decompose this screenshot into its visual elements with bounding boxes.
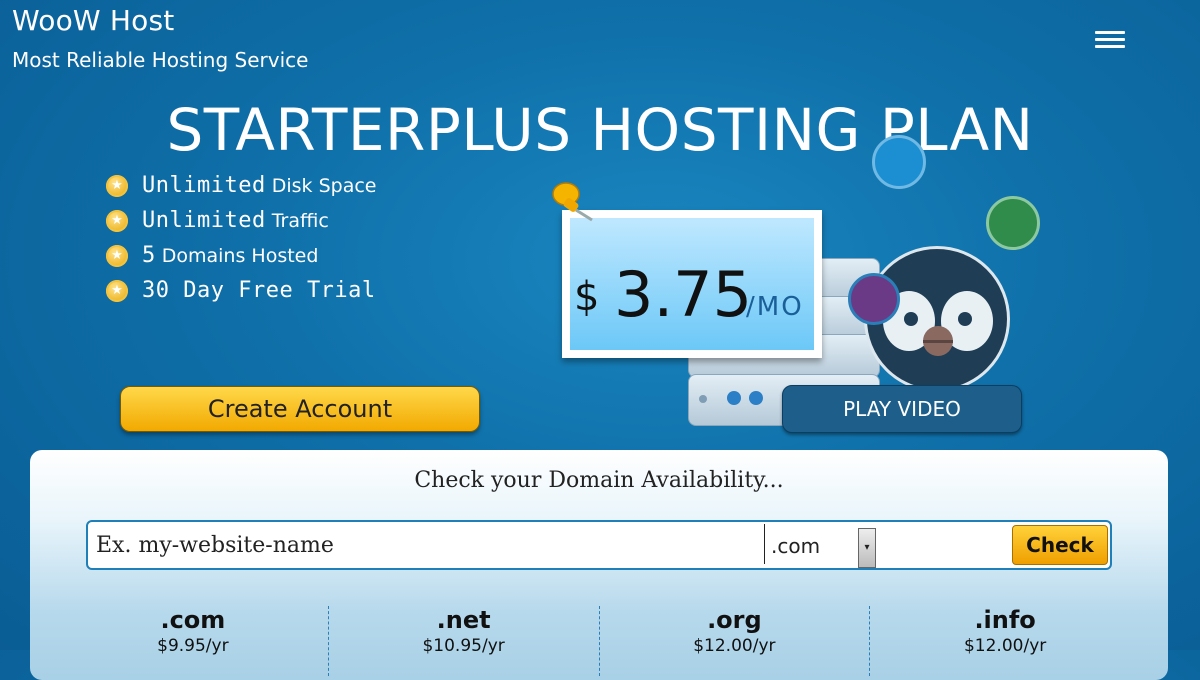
decorative-bubble-purple [848,273,900,325]
tld-price-item: .com $9.95/yr [58,606,329,676]
chevron-down-icon[interactable]: ▾ [858,528,876,568]
tld-price: $12.00/yr [693,636,776,656]
tld-price-item: .org $12.00/yr [600,606,871,676]
check-button[interactable]: Check [1012,525,1108,565]
tld-name: .net [436,606,491,634]
feature-text: Traffic [271,209,329,232]
feature-item: ★ 30 Day Free Trial [106,273,376,308]
feature-strong: Unlimited [142,208,266,233]
create-account-button[interactable]: Create Account [120,386,480,432]
star-icon: ★ [106,279,128,302]
play-video-button[interactable]: PLAY VIDEO [782,385,1022,433]
decorative-bubble-blue [872,135,926,189]
price-period: /MO [746,292,804,322]
tld-name: .org [707,606,762,634]
feature-item: ★ 5 Domains Hosted [106,238,376,273]
feature-strong: 30 Day Free Trial [142,278,376,303]
tld-price: $12.00/yr [963,636,1047,656]
decorative-bubble-green [986,196,1040,250]
domain-check-title: Check your Domain Availability... [414,468,784,493]
tld-price-item: .net $10.95/yr [329,606,600,676]
tld-price: $9.95/yr [157,636,229,656]
tld-select-value: .com [771,534,821,558]
brand-tagline: Most Reliable Hosting Service [12,48,309,72]
feature-text: Domains Hosted [161,244,319,267]
feature-strong: Unlimited [142,173,266,198]
hamburger-menu-icon[interactable] [1092,28,1128,52]
star-icon: ★ [106,244,128,267]
feature-item: ★ Unlimited Traffic [106,203,376,238]
feature-list: ★ Unlimited Disk Space ★ Unlimited Traff… [106,168,376,308]
tld-price: $10.95/yr [422,636,505,656]
feature-text: Disk Space [271,174,377,197]
feature-strong: 5 [142,243,156,268]
tld-name: .com [160,606,226,634]
page-title: STARTERPLUS HOSTING PLAN [166,96,1034,164]
star-icon: ★ [106,174,128,197]
price-amount: 3.75 [614,258,753,331]
domain-search-input[interactable] [94,528,758,562]
domain-search-bar: .com ▾ Check [86,520,1112,570]
pushpin-icon [548,180,600,228]
tld-price-list: .com $9.95/yr .net $10.95/yr .org $12.00… [58,606,1140,676]
tld-select[interactable]: .com ▾ [764,524,877,568]
domain-check-panel: Check your Domain Availability... .com ▾… [30,450,1168,680]
price-card: $ 3.75 /MO [562,210,822,358]
tld-price-item: .info $12.00/yr [870,606,1140,676]
price-currency: $ [574,274,600,320]
feature-item: ★ Unlimited Disk Space [106,168,376,203]
brand-name[interactable]: WooW Host [12,4,174,37]
tld-name: .info [974,606,1036,634]
star-icon: ★ [106,209,128,232]
price-display: $ 3.75 /MO [570,218,814,350]
